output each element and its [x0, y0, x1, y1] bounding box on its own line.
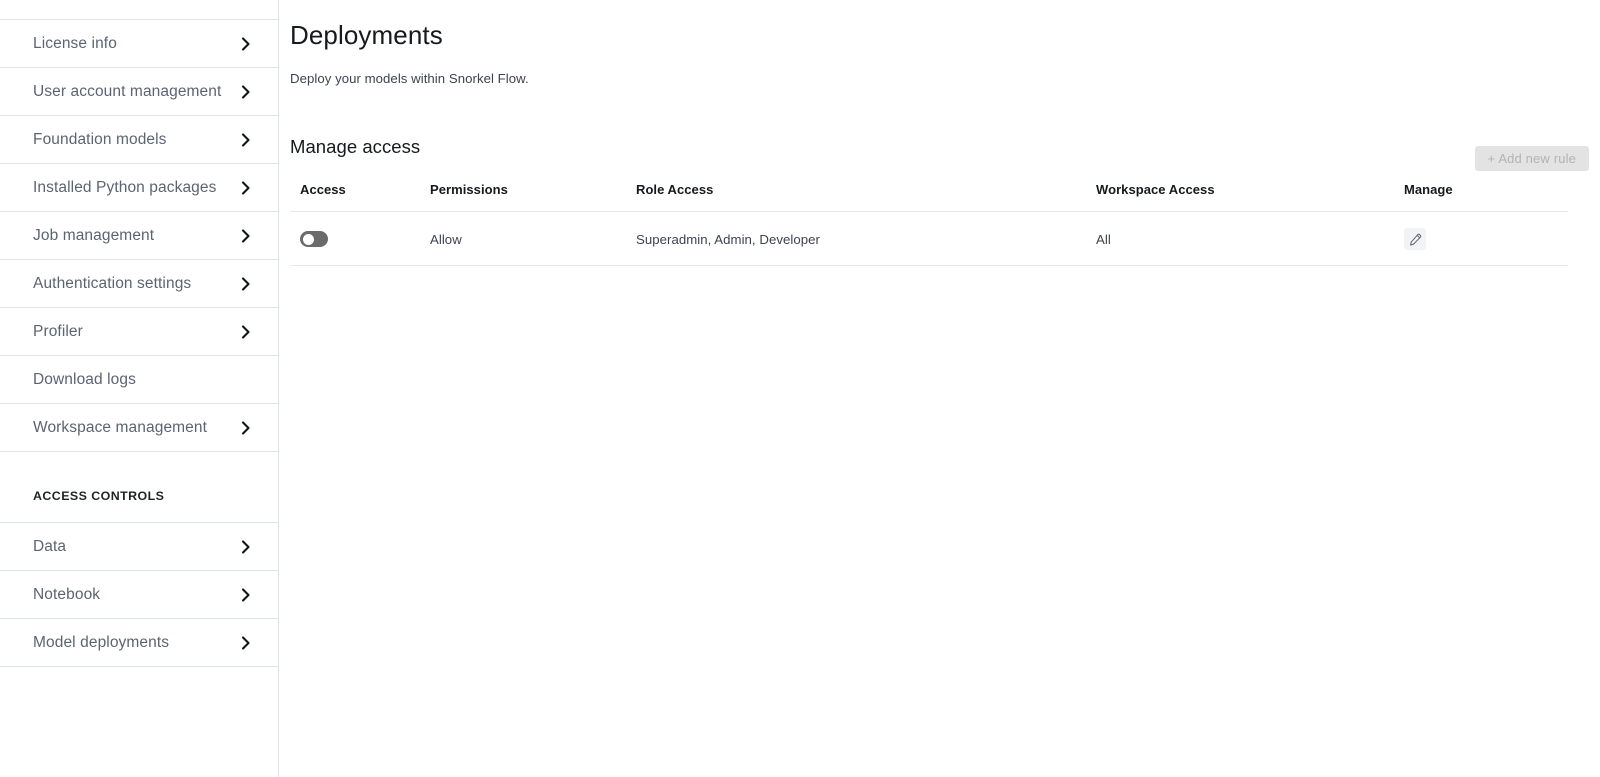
sidebar-item-label: Data	[33, 537, 67, 555]
sidebar-item-installed-python-packages[interactable]: Installed Python packages	[0, 164, 278, 212]
table-header-row: Access Permissions Role Access Workspace…	[290, 182, 1568, 212]
sidebar-item-label: User account management	[33, 82, 222, 100]
page-subtitle: Deploy your models within Snorkel Flow.	[290, 71, 529, 86]
sidebar-item-data[interactable]: Data	[0, 523, 278, 571]
column-header-role-access: Role Access	[636, 182, 1096, 212]
table-header: Access Permissions Role Access Workspace…	[290, 182, 1568, 212]
sidebar-item-label: Foundation models	[33, 130, 167, 148]
table-body: Allow Superadmin, Admin, Developer All	[290, 211, 1568, 266]
edit-pencil-icon[interactable]	[1404, 228, 1426, 250]
cell-role-access: Superadmin, Admin, Developer	[636, 211, 1096, 266]
sidebar-section-label: ACCESS CONTROLS	[33, 488, 165, 503]
column-header-access: Access	[290, 182, 430, 212]
sidebar-item-license-info[interactable]: License info	[0, 20, 278, 68]
access-toggle[interactable]	[300, 231, 328, 248]
chevron-right-icon	[241, 228, 251, 243]
sidebar-item-label: Authentication settings	[33, 274, 192, 292]
chevron-right-icon	[241, 324, 251, 339]
add-new-rule-button[interactable]: + Add new rule	[1474, 146, 1589, 171]
toggle-knob	[302, 233, 314, 245]
cell-permissions: Allow	[430, 211, 636, 266]
column-header-manage: Manage	[1404, 182, 1568, 212]
sidebar-item-workspace-management[interactable]: Workspace management	[0, 404, 278, 452]
sidebar-item-label: Download logs	[33, 370, 136, 388]
main-content: Deployments Deploy your models within Sn…	[279, 0, 1600, 777]
settings-sidebar: License info User account management Found…	[0, 0, 279, 777]
sidebar-item-model-deployments[interactable]: Model deployments	[0, 619, 278, 667]
page-title: Deployments	[290, 20, 443, 50]
sidebar-item-label: License info	[33, 34, 117, 52]
sidebar-item-user-account-management[interactable]: User account management	[0, 68, 278, 116]
chevron-right-icon	[241, 635, 251, 650]
sidebar-item-label: Notebook	[33, 585, 101, 603]
sidebar-item-authentication-settings[interactable]: Authentication settings	[0, 260, 278, 308]
sidebar-item-label: Installed Python packages	[33, 178, 217, 196]
column-header-permissions: Permissions	[430, 182, 636, 212]
manage-access-table: Access Permissions Role Access Workspace…	[290, 182, 1568, 266]
chevron-right-icon	[241, 180, 251, 195]
sidebar-section-header: ACCESS CONTROLS	[0, 452, 278, 523]
sidebar-item-download-logs[interactable]: Download logs	[0, 356, 278, 404]
sidebar-item-label: Model deployments	[33, 633, 170, 651]
sidebar-item-profiler[interactable]: Profiler	[0, 308, 278, 356]
manage-access-heading: Manage access	[290, 136, 421, 158]
chevron-right-icon	[241, 132, 251, 147]
sidebar-item-label: Workspace management	[33, 418, 208, 436]
sidebar-item-label: Profiler	[33, 322, 83, 340]
chevron-right-icon	[241, 420, 251, 435]
cell-access	[290, 211, 430, 266]
column-header-workspace-access: Workspace Access	[1096, 182, 1404, 212]
cell-manage	[1404, 211, 1568, 266]
chevron-right-icon	[241, 84, 251, 99]
sidebar-nav-list: License info User account management Found…	[0, 20, 278, 667]
table-row: Allow Superadmin, Admin, Developer All	[290, 211, 1568, 266]
sidebar-item-job-management[interactable]: Job management	[0, 212, 278, 260]
sidebar-item-foundation-models[interactable]: Foundation models	[0, 116, 278, 164]
chevron-right-icon	[241, 539, 251, 554]
cell-workspace-access: All	[1096, 211, 1404, 266]
chevron-right-icon	[241, 276, 251, 291]
sidebar-scrolled-item-stub	[0, 0, 278, 20]
chevron-right-icon	[241, 36, 251, 51]
app-root: License info User account management Found…	[0, 0, 1600, 777]
sidebar-item-notebook[interactable]: Notebook	[0, 571, 278, 619]
chevron-right-icon	[241, 587, 251, 602]
sidebar-item-label: Job management	[33, 226, 155, 244]
